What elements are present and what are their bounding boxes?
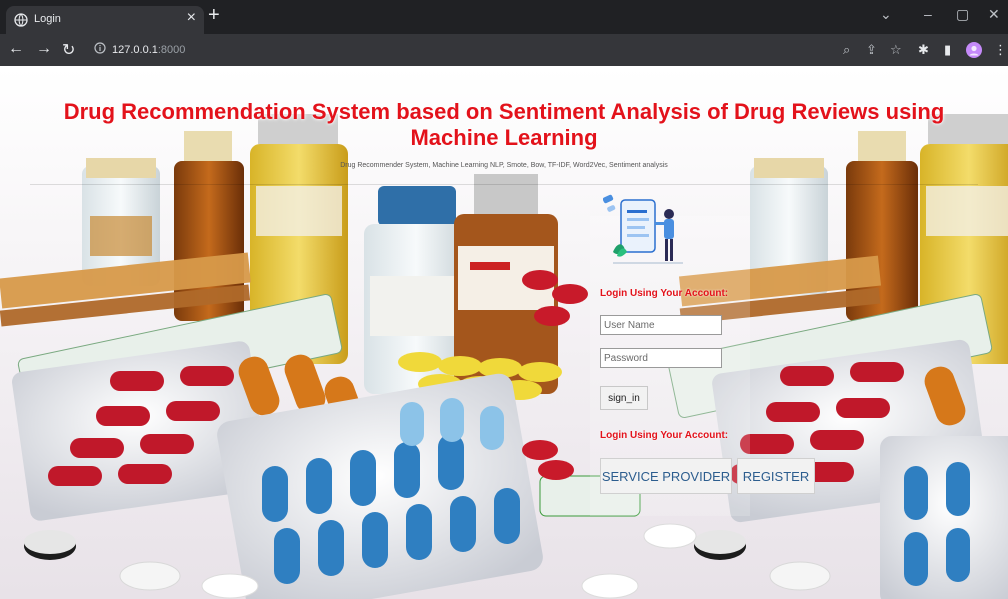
menu-icon[interactable]: ⋮ <box>994 42 1007 58</box>
globe-icon <box>14 13 28 27</box>
page-subtitle: Drug Recommender System, Machine Learnin… <box>340 162 668 169</box>
browser-toolbar: ← → ↻ 127.0.0.1:8000 ⌕ ⇪ ☆ ✱ ▮ ⋮ <box>0 34 1008 66</box>
close-window-icon[interactable]: ✕ <box>988 6 1000 23</box>
maximize-icon[interactable]: ▢ <box>956 6 969 23</box>
register-button[interactable]: REGISTER <box>737 458 815 494</box>
page-title: Drug Recommendation System based on Sent… <box>63 99 945 150</box>
reload-icon[interactable]: ↻ <box>62 40 75 60</box>
login-heading-secondary: Login Using Your Account: <box>600 430 729 441</box>
url-port: :8000 <box>157 44 186 56</box>
minimize-icon[interactable]: – <box>924 6 932 22</box>
tab-close-icon[interactable]: × <box>187 9 196 27</box>
back-icon[interactable]: ← <box>8 40 24 58</box>
bookmark-star-icon[interactable]: ☆ <box>890 42 902 58</box>
browser-tab-bar: Login × + ⌄ – ▢ ✕ <box>0 0 1008 34</box>
extensions-icon[interactable]: ✱ <box>918 42 929 58</box>
url-host: 127.0.0.1 <box>112 44 158 56</box>
address-bar[interactable]: 127.0.0.1:8000 <box>90 39 920 61</box>
sign-in-button[interactable]: sign_in <box>600 386 648 410</box>
forward-icon[interactable]: → <box>36 40 52 58</box>
info-icon <box>94 42 106 54</box>
side-panel-icon[interactable]: ▮ <box>944 42 951 58</box>
share-icon[interactable]: ⇪ <box>866 42 877 58</box>
title-divider <box>30 184 978 185</box>
zoom-icon[interactable]: ⌕ <box>843 42 850 58</box>
tab-search-icon[interactable]: ⌄ <box>880 6 892 23</box>
url-text: 127.0.0.1:8000 <box>112 44 185 56</box>
login-heading: Login Using Your Account: <box>600 288 729 299</box>
tab-title: Login <box>34 13 61 25</box>
profile-avatar-icon[interactable] <box>966 42 982 58</box>
new-tab-icon[interactable]: + <box>208 4 220 27</box>
service-provider-button[interactable]: SERVICE PROVIDER <box>600 458 732 494</box>
password-input[interactable] <box>600 348 722 368</box>
username-input[interactable] <box>600 315 722 335</box>
browser-tab[interactable]: Login × <box>6 6 204 34</box>
page-viewport: Drug Recommendation System based on Sent… <box>0 66 1008 599</box>
login-illustration-icon <box>603 194 683 264</box>
